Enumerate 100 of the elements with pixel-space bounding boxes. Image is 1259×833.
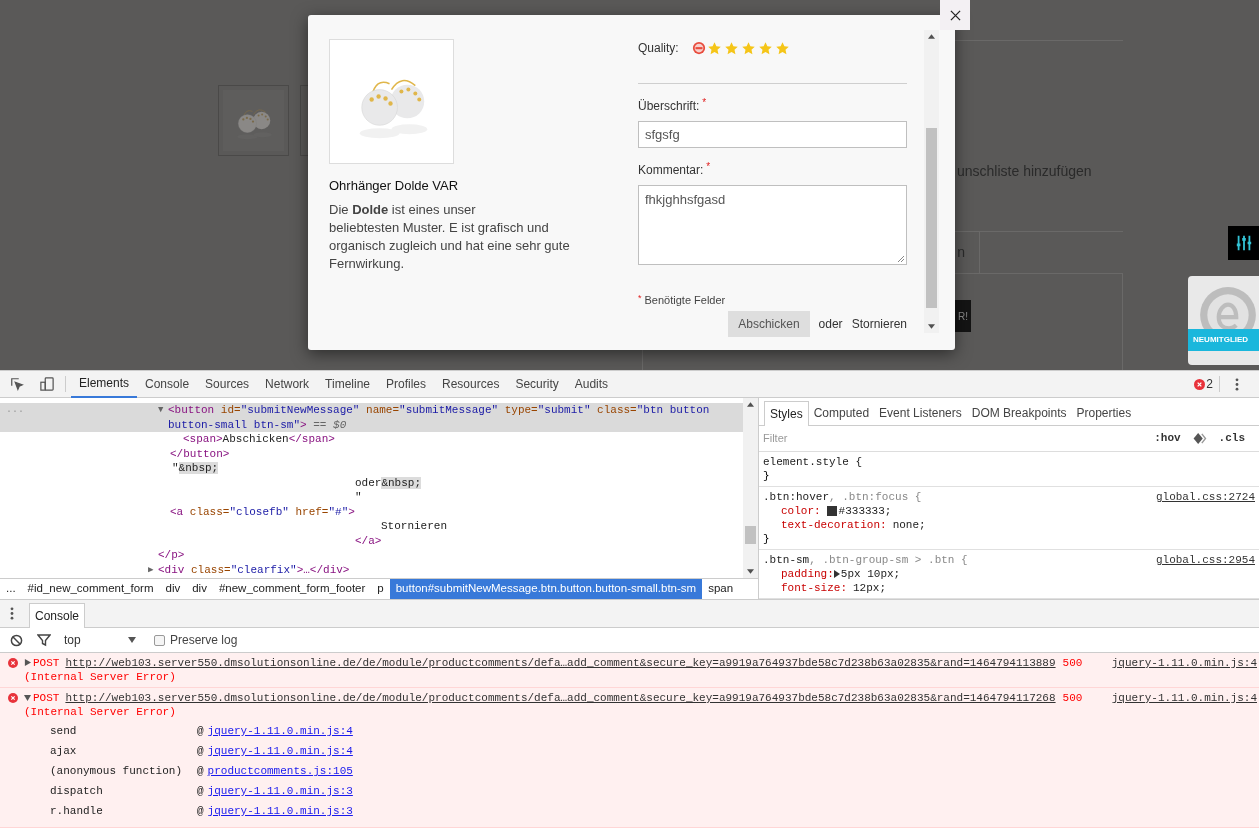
breadcrumb-item[interactable]: span <box>702 579 740 599</box>
breadcrumb-item[interactable]: button#submitNewMessage.btn.button.button-small.btn-sm <box>389 579 703 599</box>
request-url[interactable]: http://web103.server550.dmsolutionsonline.de/de/module/productcomments/defa…add_comment&secure_key=a9919a764937bde58c7d238b63a02835&rand=1464794117268 <box>65 691 1056 705</box>
hover-state-toggle[interactable]: :hov <box>1154 430 1181 447</box>
styles-tab[interactable]: Computed <box>808 400 875 425</box>
scroll-down-icon[interactable] <box>747 569 754 574</box>
expand-arrow[interactable] <box>833 570 840 578</box>
comment-field[interactable]: fhkjghhsfgasd <box>638 185 907 265</box>
field-label: Überschrift: <box>638 98 700 115</box>
stack-link[interactable]: jquery-1.11.0.min.js:3 <box>207 784 353 798</box>
stack-function: r.handle <box>50 804 104 818</box>
styles-tab[interactable]: DOM Breakpoints <box>966 400 1072 425</box>
title-field[interactable]: sfgsfg <box>638 121 907 148</box>
styles-tab[interactable]: Properties <box>1071 400 1137 425</box>
scroll-up-icon[interactable] <box>928 34 935 39</box>
error-icon <box>8 658 18 668</box>
stack-link[interactable]: jquery-1.11.0.min.js:4 <box>207 744 353 758</box>
clear-icon[interactable] <box>10 633 23 647</box>
drawer-menu-icon[interactable] <box>10 607 14 620</box>
dom-node[interactable]: <span>Abschicken</span> <box>183 432 335 447</box>
at-sign: @ <box>197 744 204 758</box>
stack-link[interactable]: productcomments.js:105 <box>207 764 353 778</box>
request-url[interactable]: http://web103.server550.dmsolutionsonline.de/de/module/productcomments/defa…add_comment&secure_key=a9919a764937bde58c7d238b63a02835&rand=1464794113889 <box>65 656 1056 670</box>
dom-node[interactable]: Stornieren <box>381 519 447 534</box>
filter-icon[interactable] <box>37 633 51 647</box>
styles-tab[interactable]: Event Listeners <box>874 400 967 425</box>
scrollbar-thumb[interactable] <box>745 526 756 544</box>
source-link[interactable]: jquery-1.11.0.min.js:4 <box>1111 691 1257 705</box>
css-value: 5px 10px; <box>840 567 901 581</box>
breadcrumb-item[interactable]: div <box>159 579 187 599</box>
or-text: oder <box>818 315 843 333</box>
resize-grip-icon[interactable] <box>897 255 905 263</box>
devtools-tab[interactable]: Timeline <box>317 370 378 398</box>
thumbnail[interactable] <box>218 85 289 156</box>
dom-node[interactable]: </a> <box>355 533 382 548</box>
scrollbar-thumb[interactable] <box>926 128 937 308</box>
breadcrumb-item[interactable]: ... <box>0 579 22 599</box>
devtools-tab[interactable]: Elements <box>71 370 138 398</box>
context-select[interactable]: top <box>64 631 136 649</box>
source-link[interactable]: global.css:2724 <box>1155 490 1255 504</box>
stack-link[interactable]: jquery-1.11.0.min.js:3 <box>207 804 353 818</box>
breadcrumb-item[interactable]: div <box>186 579 213 599</box>
error-icon <box>1194 378 1206 390</box>
product-name: Ohrhänger Dolde VAR <box>329 177 460 195</box>
error-count[interactable]: 2 <box>1206 375 1213 393</box>
breadcrumb-item[interactable]: #id_new_comment_form <box>21 579 160 599</box>
diamond-icon[interactable] <box>1192 433 1207 444</box>
dom-node[interactable]: <button id="submitNewMessage" name="submitMessage" type="submit" class="btn button button-small btn-sm"> == $0 <box>168 403 728 432</box>
scroll-up-icon[interactable] <box>747 402 754 407</box>
inspect-icon[interactable] <box>10 377 24 391</box>
cancel-link[interactable]: Stornieren <box>851 314 907 333</box>
filter-field[interactable]: Filter <box>763 430 1155 447</box>
dark-button[interactable]: R! <box>955 300 971 332</box>
dom-node[interactable]: </p> <box>158 548 185 563</box>
dropdown-caret-icon[interactable] <box>128 637 136 643</box>
star-icon <box>758 40 773 56</box>
devtools-tab[interactable]: Console <box>137 370 198 398</box>
more-options-icon[interactable] <box>1235 377 1239 391</box>
devtools-tab[interactable]: Resources <box>434 370 508 398</box>
expand-arrow[interactable]: ▶ <box>148 562 158 577</box>
scroll-down-icon[interactable] <box>928 324 935 329</box>
devtools-tab[interactable]: Profiles <box>378 370 435 398</box>
required-note: Benötigte Felder <box>644 293 726 308</box>
devtools-tab[interactable]: Network <box>257 370 318 398</box>
console-tab[interactable]: Console <box>29 603 86 628</box>
dom-node[interactable]: <div class="clearfix">…</div> <box>158 562 350 577</box>
source-link[interactable]: global.css:2954 <box>1155 553 1255 567</box>
star-rating[interactable] <box>707 40 790 56</box>
close-button[interactable] <box>940 0 970 30</box>
source-link[interactable]: jquery-1.11.0.min.js:4 <box>1111 656 1257 670</box>
devtools-tab[interactable]: Sources <box>197 370 258 398</box>
color-swatch[interactable] <box>826 506 837 516</box>
clear-rating-icon[interactable] <box>692 41 706 55</box>
css-value: #333333; <box>838 504 892 518</box>
star-icon <box>741 40 756 56</box>
css-property: text-decoration: <box>781 518 887 532</box>
class-toggle[interactable]: .cls <box>1218 430 1245 447</box>
stack-link[interactable]: jquery-1.11.0.min.js:4 <box>207 724 353 738</box>
scrollbar[interactable] <box>924 30 939 333</box>
scrollbar[interactable] <box>743 398 758 578</box>
star-icon <box>775 40 790 56</box>
quality-label: Quality: <box>638 40 680 57</box>
devtools-tab[interactable]: Audits <box>566 370 617 398</box>
sliders-icon[interactable] <box>1228 226 1259 260</box>
breadcrumb-item[interactable]: p <box>371 579 390 599</box>
expand-arrow[interactable] <box>24 694 31 701</box>
dom-node[interactable]: <a class="closefb" href="#"> <box>170 504 355 519</box>
expand-arrow[interactable]: ▼ <box>158 403 168 418</box>
breadcrumb-item[interactable]: #new_comment_form_footer <box>212 579 372 599</box>
styles-tab[interactable]: Styles <box>764 401 809 426</box>
submit-button[interactable]: Abschicken <box>728 310 810 337</box>
error-detail: (Internal Server Error) <box>23 705 177 719</box>
preserve-log-checkbox[interactable] <box>154 634 165 646</box>
dom-node[interactable]: </button> <box>170 446 230 461</box>
at-sign: @ <box>197 784 204 798</box>
expand-arrow[interactable] <box>24 659 31 666</box>
devtools-tab[interactable]: Security <box>507 370 567 398</box>
device-icon[interactable] <box>40 377 54 391</box>
dom-node[interactable]: " <box>355 490 362 505</box>
stack-function: send <box>50 724 78 738</box>
